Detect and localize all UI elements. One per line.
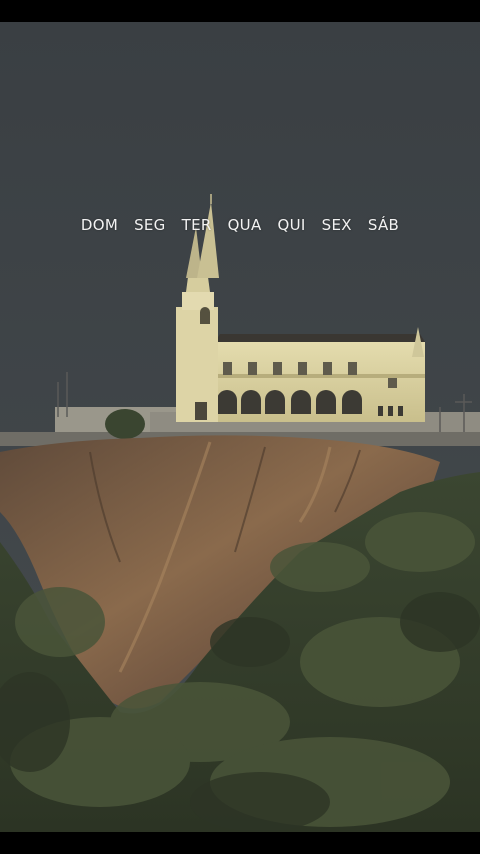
- scene-photo: [0, 22, 480, 832]
- tree: [105, 409, 145, 439]
- video-frame: DOM SEG TER QUA QUI SEX SÁB: [0, 0, 480, 854]
